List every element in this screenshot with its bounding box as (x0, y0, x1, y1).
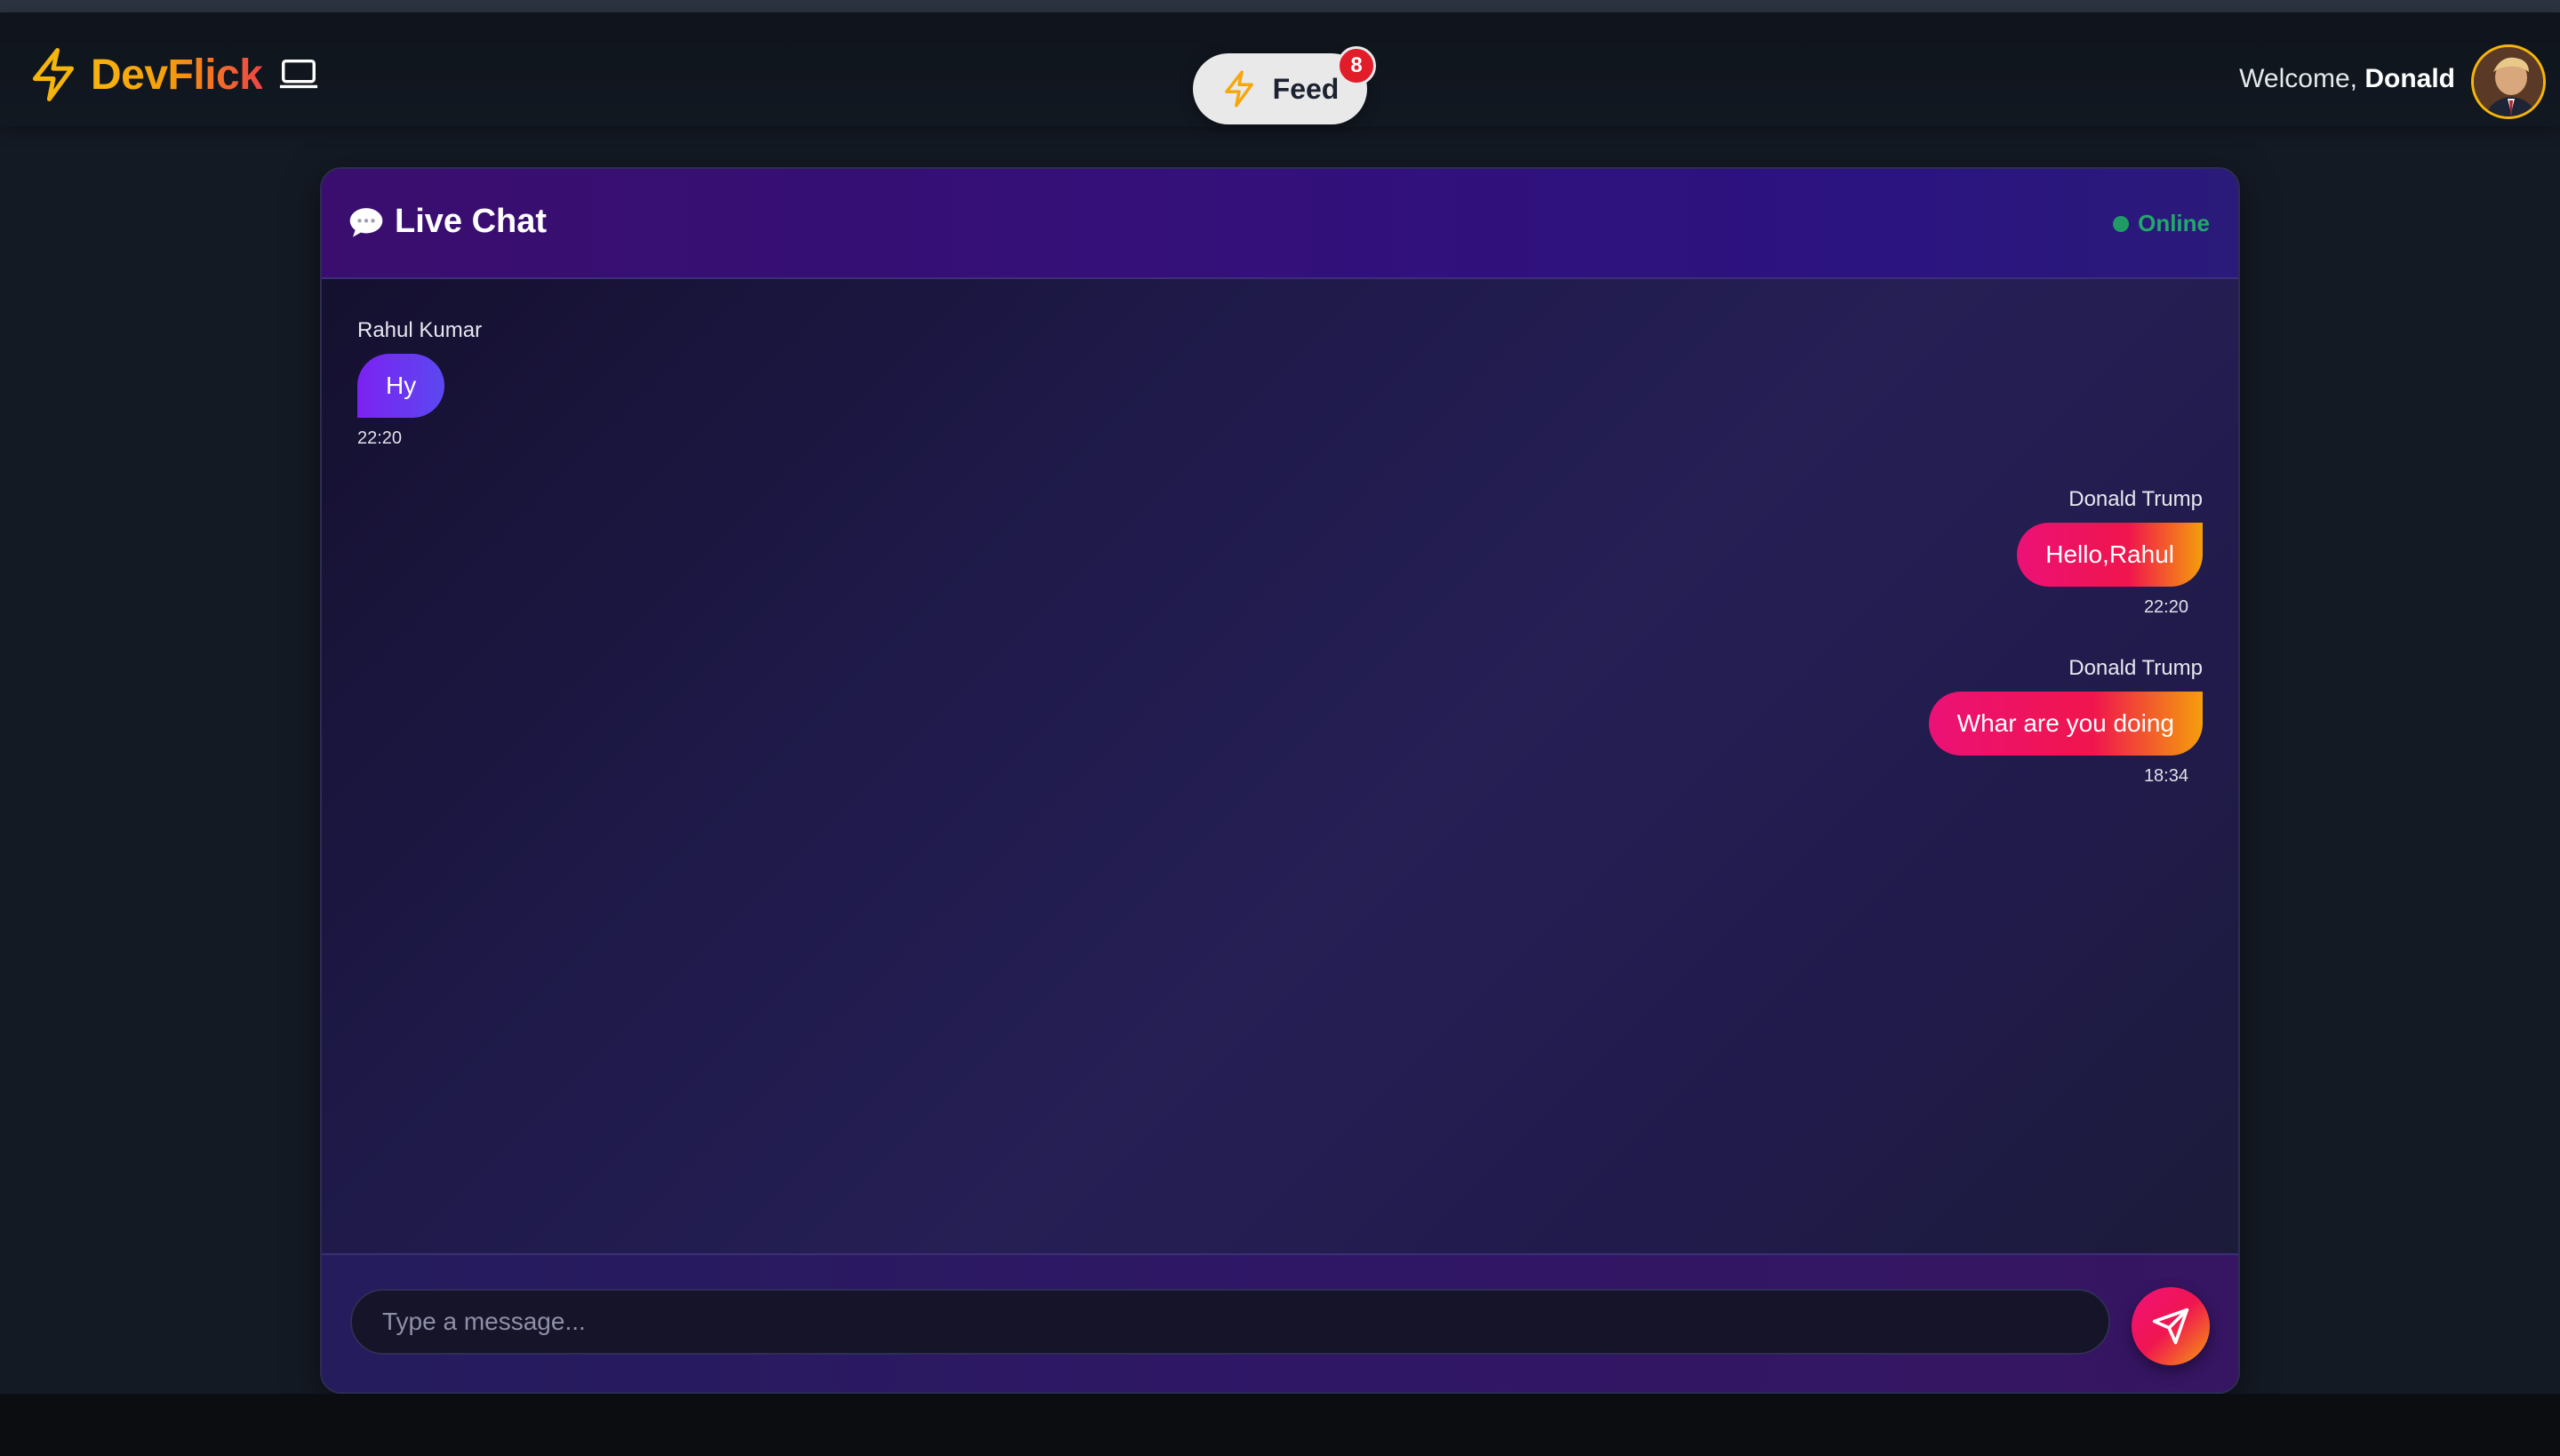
message-bubble: Whar are you doing (1928, 692, 2203, 756)
feed-button[interactable]: Feed 8 (1193, 46, 1376, 124)
avatar-portrait (2474, 47, 2543, 116)
message-bubble: Hello,Rahul (2017, 523, 2203, 587)
message-item: Donald Trump Hello,Rahul 22:20 (2017, 487, 2203, 618)
message-time: 22:20 (2143, 597, 2188, 617)
message-item: Rahul Kumar Hy 22:20 (357, 318, 482, 449)
message-item: Donald Trump Whar are you doing 18:34 (1928, 656, 2203, 787)
send-icon (2152, 1308, 2189, 1345)
message-bubble: Hy (357, 354, 445, 418)
message-list[interactable]: Rahul Kumar Hy 22:20 Donald Trump Hello,… (322, 279, 2238, 1257)
welcome-text: Welcome, Donald (2239, 64, 2455, 94)
message-sender: Donald Trump (2068, 656, 2203, 680)
welcome-prefix: Welcome, (2239, 64, 2357, 93)
chat-header: Live Chat Online (322, 169, 2238, 279)
navbar: DevFlick Feed 8 Welcome, Donald (0, 12, 2560, 126)
brand-logo[interactable]: DevFlick (28, 43, 319, 107)
bolt-icon (1224, 70, 1253, 108)
online-status: Online (2113, 210, 2210, 237)
feed-label: Feed (1272, 72, 1340, 105)
message-time: 22:20 (357, 428, 403, 448)
message-time: 18:34 (2143, 766, 2188, 786)
speech-bubble-icon (349, 207, 383, 237)
welcome-username: Donald (2364, 64, 2455, 93)
message-sender: Donald Trump (2068, 487, 2203, 511)
message-sender: Rahul Kumar (357, 318, 483, 342)
message-input[interactable] (350, 1289, 2110, 1355)
bottom-band (0, 1394, 2560, 1456)
brand-name: DevFlick (91, 51, 263, 99)
notification-badge: 8 (1337, 46, 1376, 85)
online-status-label: Online (2138, 210, 2210, 236)
browser-top-strip (0, 0, 2560, 12)
message-composer (322, 1253, 2238, 1392)
send-button[interactable] (2132, 1287, 2210, 1365)
bolt-icon (32, 48, 75, 101)
chat-panel: Live Chat Online Rahul Kumar Hy 22:20 Do… (320, 167, 2240, 1394)
chat-title: Live Chat (348, 203, 547, 241)
laptop-icon (280, 59, 318, 89)
online-dot-icon (2113, 215, 2130, 232)
avatar[interactable] (2471, 44, 2546, 119)
chat-title-text: Live Chat (395, 203, 548, 240)
